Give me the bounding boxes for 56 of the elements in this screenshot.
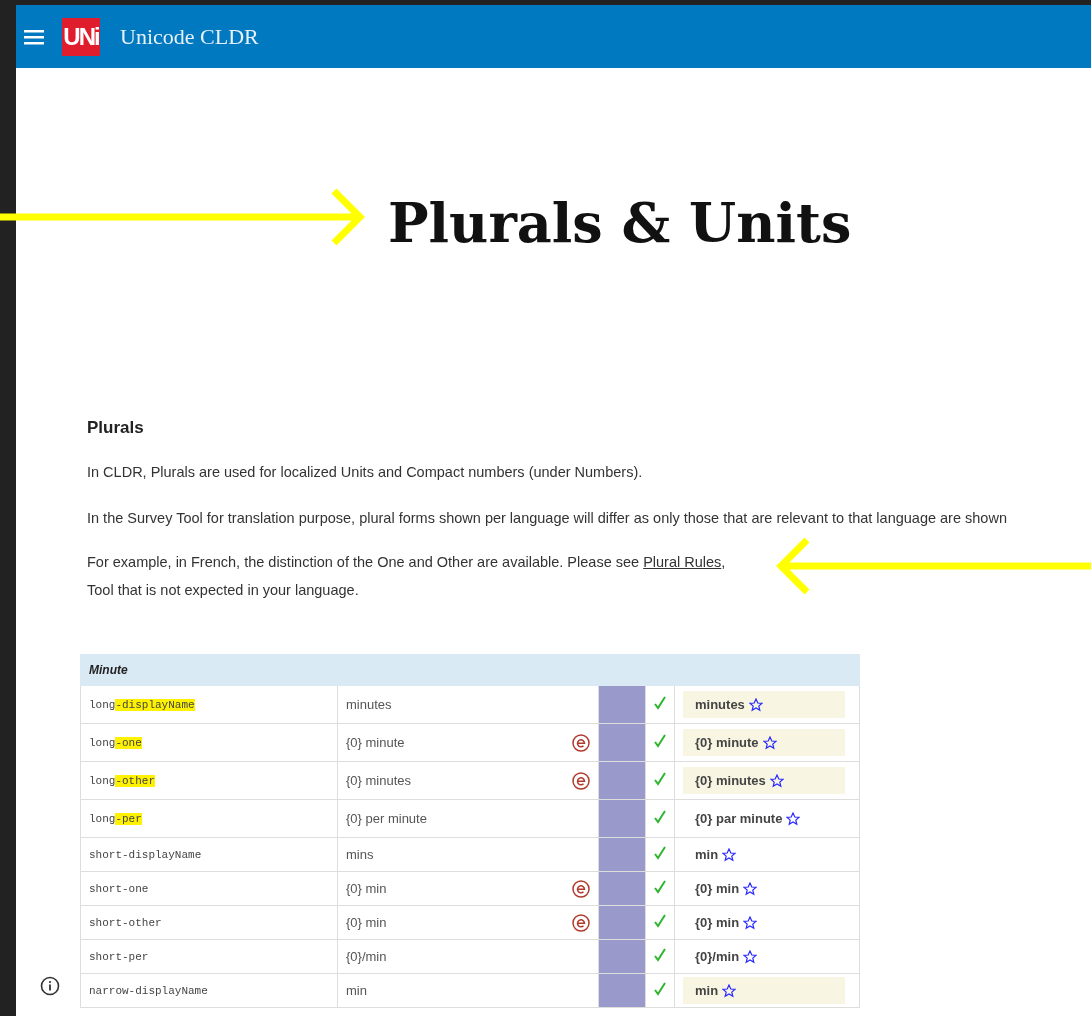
star-icon: [748, 697, 763, 712]
code-cell: long-one: [80, 723, 338, 762]
check-icon: [654, 947, 666, 962]
english-value: minutes: [346, 697, 392, 712]
check-icon: [654, 733, 666, 748]
check-icon: [654, 981, 666, 996]
site-title[interactable]: Unicode CLDR: [120, 23, 259, 50]
info-icon[interactable]: [40, 976, 60, 996]
star-icon: [743, 915, 758, 930]
paragraph: In CLDR, Plurals are used for localized Units and Compact numbers (under Numbers).: [87, 463, 644, 482]
star-icon: [769, 773, 784, 788]
star-icon: [743, 881, 758, 896]
winning-value: {0} min: [683, 909, 845, 936]
winning-value: minutes: [683, 691, 845, 718]
check-icon: [654, 913, 666, 928]
check-icon: [654, 695, 666, 710]
paragraph: In the Survey Tool for translation purpose, plural forms shown per language will differ as only those that are relevant to that language are shown: [87, 509, 1008, 528]
logo[interactable]: UNi: [62, 17, 100, 56]
english-value: mins: [346, 847, 374, 862]
winning-value: min: [683, 977, 845, 1004]
code-cell: narrow-displayName: [80, 973, 338, 1008]
check-icon: [654, 845, 666, 860]
star-icon: [722, 847, 737, 862]
check-icon: [654, 809, 666, 824]
english-value: min: [346, 983, 367, 998]
check-icon: [654, 771, 666, 786]
code-cell: short-displayName: [80, 837, 338, 872]
table-title: Minute: [80, 654, 860, 686]
winning-value: {0} par minute: [683, 805, 845, 832]
menu-icon[interactable]: [24, 27, 46, 46]
star-icon: [786, 811, 801, 826]
star-icon: [722, 983, 737, 998]
english-value: {0}/min: [346, 949, 387, 964]
english-value: {0} min: [346, 915, 387, 930]
code-cell: short-one: [80, 871, 338, 906]
paragraph: For example, in French, the distinction of the One and Other are available. Please see Plural Rules,: [87, 553, 726, 572]
code-cell: long-other: [80, 761, 338, 800]
code-cell: long-per: [80, 799, 338, 838]
english-value: {0} min: [346, 881, 387, 896]
star-icon: [743, 949, 758, 964]
winning-value: {0} minutes: [683, 767, 845, 794]
winning-value: min: [683, 841, 845, 868]
section-heading: Plurals: [87, 418, 145, 438]
page-title: Plurals & Units: [388, 190, 853, 257]
winning-value: {0}/min: [683, 943, 845, 970]
star-icon: [762, 735, 777, 750]
code-cell: long-displayName: [80, 685, 338, 724]
winning-value: {0} minute: [683, 729, 845, 756]
english-value: {0} minutes: [346, 773, 412, 788]
winning-value: {0} min: [683, 875, 845, 902]
paragraph: Tool that is not expected in your language.: [87, 581, 359, 600]
code-cell: short-other: [80, 905, 338, 940]
english-value: {0} per minute: [346, 811, 427, 826]
code-cell: short-per: [80, 939, 338, 974]
english-value: {0} minute: [346, 735, 405, 750]
check-icon: [654, 879, 666, 894]
